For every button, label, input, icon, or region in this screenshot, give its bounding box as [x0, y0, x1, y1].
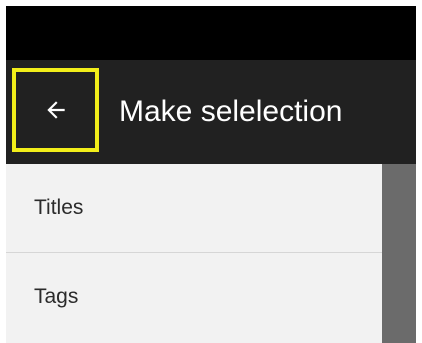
arrow-left-icon: [43, 97, 69, 123]
list-item-titles[interactable]: Titles: [6, 164, 382, 252]
selection-list: Titles Tags: [6, 164, 382, 343]
status-bar: [6, 6, 416, 60]
app-screen: Make selelection Titles Tags: [6, 6, 416, 343]
scrim-overlay[interactable]: [382, 164, 416, 343]
toolbar: Make selelection: [6, 60, 416, 164]
page-title: Make selelection: [119, 95, 343, 128]
list-item-tags[interactable]: Tags: [6, 253, 382, 341]
back-button[interactable]: [12, 68, 99, 152]
